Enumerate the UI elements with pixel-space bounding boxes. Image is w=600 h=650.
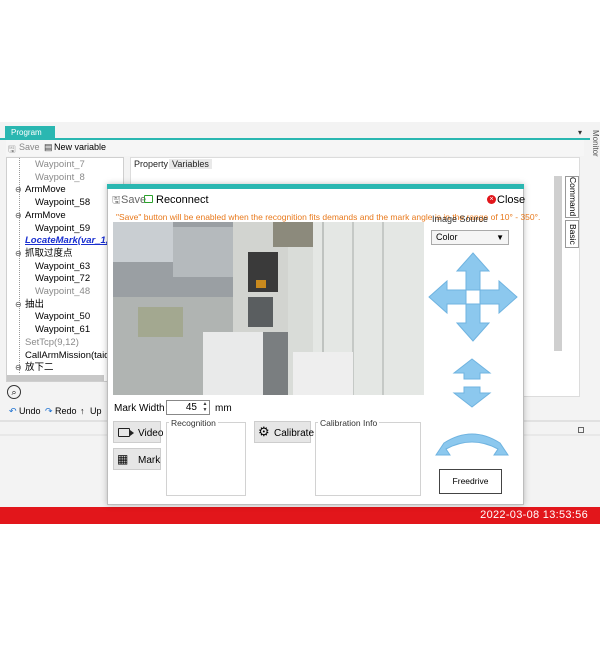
video-camera-lens-icon <box>130 430 134 436</box>
tree-item-label: LocateMark(var_1,va <box>25 235 119 247</box>
video-button[interactable]: Video <box>113 421 164 443</box>
mark-width-stepper[interactable]: ▲ ▼ <box>201 401 209 414</box>
tree-item[interactable]: SetTcp(9,12) <box>25 337 79 349</box>
property-vertical-scrollbar[interactable] <box>554 176 562 351</box>
tree-item-label: Waypoint_72 <box>35 273 91 285</box>
tab-strip <box>0 124 590 140</box>
video-camera-icon <box>118 428 130 437</box>
calibration-info-title: Calibration Info <box>318 418 380 428</box>
up-down-arrows-icon[interactable] <box>446 357 498 409</box>
tab-property[interactable]: Property <box>134 159 168 169</box>
tree-item-label: Waypoint_50 <box>35 311 91 323</box>
tree-item[interactable]: Waypoint_7 <box>35 159 85 171</box>
side-tab-monitor[interactable]: Monitor <box>586 130 600 190</box>
tree-item[interactable]: Waypoint_50 <box>35 311 90 323</box>
image-source-select[interactable]: Color ▼ <box>431 230 509 245</box>
tree-item[interactable]: Waypoint_8 <box>35 172 85 184</box>
up-button[interactable]: Up <box>90 406 102 416</box>
freedrive-button[interactable]: Freedrive <box>439 469 502 494</box>
tree-item[interactable]: CallArmMission(taiq <box>25 350 109 362</box>
recognition-title: Recognition <box>169 418 218 428</box>
mark-width-unit: mm <box>215 403 232 414</box>
redo-icon: ↷ <box>45 406 53 416</box>
tree-item-label: Waypoint_63 <box>35 260 91 272</box>
tab-program[interactable]: Program <box>5 126 55 140</box>
undo-button[interactable]: Undo <box>19 406 41 416</box>
program-toolbar: 🖫 Save ▤ New variable <box>6 140 584 156</box>
tree-item[interactable]: ⊖ 抓取过度点 <box>15 247 73 260</box>
tree-item[interactable]: LocateMark(var_1,va <box>25 235 119 247</box>
tree-collapse-icon[interactable]: ⊖ <box>15 362 22 374</box>
close-icon: × <box>487 195 496 204</box>
qr-code-icon: ▦ <box>117 452 129 466</box>
tree-item-label: ArmMove <box>25 184 66 196</box>
tree-item[interactable]: ⊖ ArmMove <box>15 184 66 196</box>
tree-item-label: Waypoint_58 <box>35 197 91 209</box>
dialog-accent-bar <box>107 184 524 189</box>
undo-icon: ↶ <box>9 406 17 416</box>
save-icon: 🖫 <box>8 144 16 154</box>
image-source-value: Color <box>436 232 458 242</box>
tree-collapse-icon[interactable]: ⊖ <box>15 184 22 196</box>
tree-item-label: 抽出 <box>25 298 45 310</box>
mark-button[interactable]: ▦ Mark <box>113 448 161 470</box>
calibrate-button[interactable]: ⚙ Calibrate <box>254 421 315 443</box>
tree-item[interactable]: Waypoint_59 <box>35 223 90 235</box>
pin-arrow-icon[interactable]: ▾ <box>578 128 582 137</box>
tree-item-label: 抓取过度点 <box>25 247 73 259</box>
tree-item-label: Waypoint_7 <box>35 159 85 170</box>
tree-item[interactable]: Waypoint_48 <box>35 286 90 298</box>
tree-item-label: SetTcp(9,12) <box>25 336 79 348</box>
redo-button[interactable]: Redo <box>55 406 77 416</box>
tree-collapse-icon[interactable]: ⊖ <box>15 299 22 311</box>
tree-item[interactable]: ⊖ 放下二 <box>15 362 54 374</box>
rotate-arrow-icon[interactable] <box>432 425 512 459</box>
tree-item-label: Waypoint_48 <box>35 286 91 297</box>
reconnect-button[interactable]: Reconnect <box>156 194 209 206</box>
tree-item-label: Waypoint_61 <box>35 324 91 336</box>
tree-item-label: Waypoint_8 <box>35 171 85 183</box>
tree-item-label: ArmMove <box>25 209 66 221</box>
calibrate-button-label: Calibrate <box>274 428 315 439</box>
tree-collapse-icon[interactable]: ⊖ <box>15 210 22 222</box>
chevron-down-icon: ▼ <box>496 233 504 242</box>
mark-width-label: Mark Width <box>114 403 165 414</box>
reconnect-icon <box>144 195 153 203</box>
search-icon[interactable]: ⌕ <box>7 385 21 399</box>
tree-item[interactable]: Waypoint_63 <box>35 261 90 273</box>
tree-item[interactable]: ⊖ ArmMove <box>15 209 66 222</box>
mark-button-label: Mark <box>138 455 161 466</box>
video-button-label: Video <box>138 428 164 439</box>
status-datetime: 2022-03-08 13:53:56 <box>480 509 588 521</box>
camera-feed <box>113 222 424 395</box>
side-tab-command[interactable]: Command <box>565 176 579 218</box>
image-source-label: Image Source <box>432 214 489 224</box>
up-arrow-icon: ↑ <box>80 406 85 416</box>
dialog-save-button[interactable]: Save <box>121 194 146 206</box>
tree-item[interactable]: Waypoint_61 <box>35 324 90 336</box>
tab-variables[interactable]: Variables <box>169 159 212 169</box>
variable-icon: ▤ <box>44 142 53 152</box>
calibration-info-group <box>315 422 421 496</box>
save-icon: 🖫 <box>112 195 121 206</box>
recognition-group <box>166 422 246 496</box>
side-tab-basic[interactable]: Basic <box>565 220 579 248</box>
tree-item[interactable]: ⊖ 抽出 <box>15 298 45 311</box>
tree-collapse-icon[interactable]: ⊖ <box>15 248 22 260</box>
close-button[interactable]: Close <box>497 194 525 206</box>
tree-item[interactable]: Waypoint_72 <box>35 273 90 285</box>
tree-horizontal-scrollbar[interactable] <box>7 375 104 381</box>
tree-item-label: CallArmMission(taiq <box>25 349 110 361</box>
save-button[interactable]: Save <box>19 142 40 152</box>
tree-item[interactable]: Waypoint_58 <box>35 197 90 209</box>
calibrate-icon: ⚙ <box>258 424 270 439</box>
new-variable-button[interactable]: New variable <box>54 142 106 152</box>
tree-item-label: 放下二 <box>25 362 54 374</box>
tree-item-label: Waypoint_59 <box>35 222 91 234</box>
four-direction-arrows-icon[interactable] <box>427 251 519 343</box>
